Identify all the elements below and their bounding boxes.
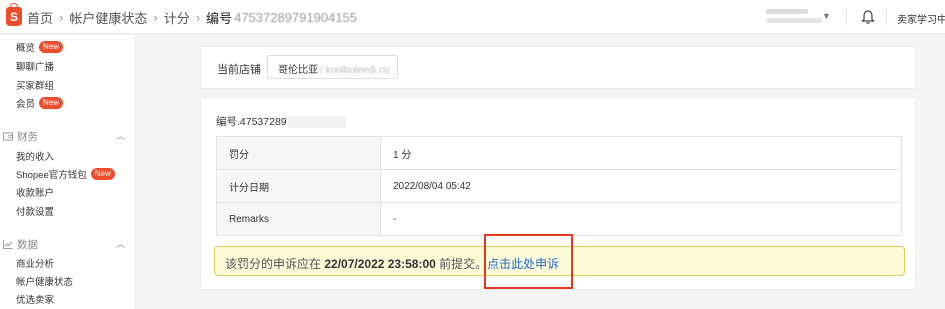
sidebar-item-label: 我的收入 <box>16 152 55 163</box>
avatar <box>766 9 808 14</box>
divider <box>846 9 847 25</box>
bell-icon[interactable] <box>861 9 875 25</box>
sidebar-item-label: 付款设置 <box>16 207 55 218</box>
table-row: 计分日期 2022/08/04 05:42 <box>216 169 902 203</box>
sidebar-item-label: 优选卖家 <box>16 295 55 306</box>
record-id-label: 编号.47537289 <box>216 116 287 128</box>
redacted-block <box>287 116 346 129</box>
table-row: 罚分 1 分 <box>216 136 902 170</box>
row-value: - <box>380 202 902 236</box>
breadcrumb-id-value: 47537289791904155 <box>234 10 358 25</box>
sidebar-item-label: 收款账户 <box>16 188 55 199</box>
notice-suffix: 前提交。 <box>439 257 488 271</box>
sidebar-item-label: Shopee官方钱包 <box>16 170 87 181</box>
user-name <box>766 18 822 23</box>
notice-prefix: 该罚分的申诉应在 <box>225 257 322 271</box>
section-title: 数据 <box>17 239 38 251</box>
shopee-logo[interactable]: S <box>6 3 22 26</box>
breadcrumb-home[interactable]: 首页 <box>27 8 53 27</box>
sidebar-item-label: 概览 <box>16 43 36 54</box>
row-key: 罚分 <box>216 136 381 170</box>
seller-learning-link[interactable]: 卖家学习中 <box>897 11 945 26</box>
new-badge: New <box>90 168 115 180</box>
row-key: 计分日期 <box>216 169 381 203</box>
section-title: 财务 <box>17 131 38 143</box>
sidebar: 概览 New 聊聊广播 买家群组 会员 New 财务 ︿ 我的收入 Shopee… <box>0 35 134 309</box>
current-store-card: 当前店铺 哥伦比亚 / koolboleedi.co <box>200 46 916 89</box>
breadcrumb: 首页 › 帐户健康状态 › 计分 › 编号 47537289791904155 <box>27 8 357 27</box>
sidebar-item-overview[interactable]: 概览 New <box>16 40 64 54</box>
chevron-right-icon: › <box>59 10 64 25</box>
penalty-detail-table: 罚分 1 分 计分日期 2022/08/04 05:42 Remarks - <box>216 136 902 236</box>
sidebar-item-membership[interactable]: 会员 New <box>16 96 64 110</box>
sidebar-item-buyer-groups[interactable]: 买家群组 <box>16 78 54 92</box>
sidebar-item-label: 买家群组 <box>16 81 55 92</box>
appeal-deadline: 22/07/2022 23:58:00 <box>324 257 436 271</box>
store-label: 当前店铺 <box>217 64 261 76</box>
record-id: 编号.47537289 <box>216 114 346 129</box>
chart-icon <box>3 240 13 249</box>
chevron-up-icon[interactable]: ︿ <box>116 129 125 142</box>
store-selector[interactable]: 哥伦比亚 / koolboleedi.co <box>267 55 398 79</box>
table-row: Remarks - <box>216 202 902 236</box>
store-name: 哥伦比亚 <box>278 65 318 76</box>
divider <box>886 9 887 25</box>
store-domain: / koolboleedi.co <box>320 65 390 76</box>
wallet-icon <box>3 132 13 141</box>
new-badge: New <box>39 41 64 53</box>
sidebar-item-shopee-wallet[interactable]: Shopee官方钱包 New <box>16 167 115 181</box>
sidebar-item-broadcast[interactable]: 聊聊广播 <box>16 59 54 73</box>
sidebar-item-business-insights[interactable]: 商业分析 <box>16 256 54 270</box>
row-value: 1 分 <box>380 136 902 170</box>
chevron-right-icon: › <box>153 10 158 25</box>
breadcrumb-id-label: 编号 <box>206 11 233 26</box>
sidebar-item-my-income[interactable]: 我的收入 <box>16 149 54 163</box>
chevron-right-icon: › <box>195 10 201 25</box>
breadcrumb-account-health[interactable]: 帐户健康状态 <box>69 8 147 27</box>
sidebar-item-bank-account[interactable]: 收款账户 <box>16 185 54 199</box>
top-header: S 首页 › 帐户健康状态 › 计分 › 编号 4753728979190415… <box>0 0 945 34</box>
chevron-down-icon[interactable]: ▼ <box>822 11 831 21</box>
row-value: 2022/08/04 05:42 <box>380 169 902 203</box>
chevron-up-icon[interactable]: ︿ <box>116 237 125 250</box>
new-badge: New <box>39 97 64 109</box>
sidebar-item-payment-settings[interactable]: 付款设置 <box>16 204 54 218</box>
sidebar-item-label: 聊聊广播 <box>16 62 55 73</box>
sidebar-item-account-health[interactable]: 帐户健康状态 <box>16 274 73 288</box>
sidebar-item-preferred-seller[interactable]: 优选卖家 <box>16 292 54 306</box>
sidebar-section-finance[interactable]: 财务 ︿ <box>3 129 125 144</box>
breadcrumb-points[interactable]: 计分 <box>164 8 190 27</box>
sidebar-item-label: 商业分析 <box>16 259 55 270</box>
row-key: Remarks <box>216 202 381 236</box>
highlight-annotation-box <box>484 234 573 289</box>
sidebar-item-label: 会员 <box>16 99 36 110</box>
sidebar-item-label: 帐户健康状态 <box>16 277 74 288</box>
sidebar-section-data[interactable]: 数据 ︿ <box>3 237 125 252</box>
